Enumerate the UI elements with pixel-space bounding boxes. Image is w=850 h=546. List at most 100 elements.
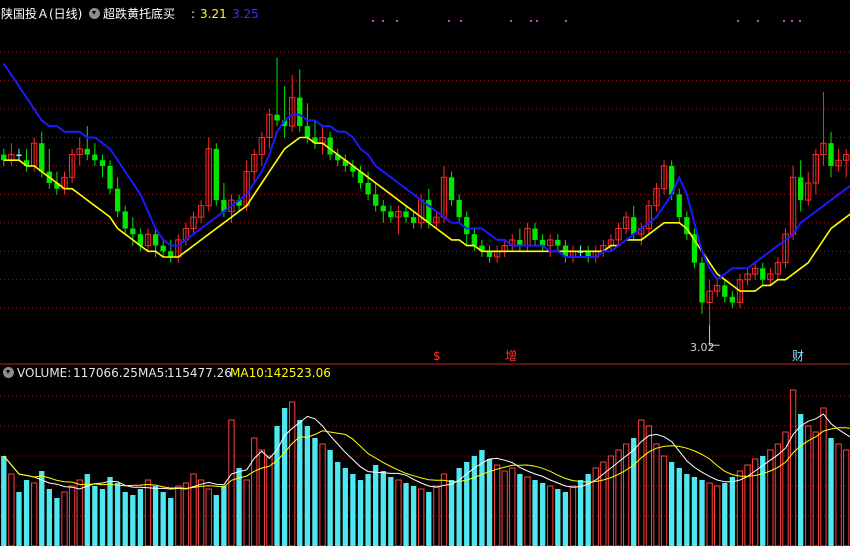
candle-body — [16, 154, 22, 157]
candle-body — [388, 211, 394, 218]
indicator-name: 超跌黄托底买 — [103, 7, 176, 21]
candle-body — [84, 148, 90, 155]
candle-body — [327, 137, 333, 155]
volume-bar — [365, 474, 371, 546]
volume-bar — [448, 480, 455, 546]
indicator-value-1: 3.21 — [200, 7, 227, 21]
volume-bar — [92, 486, 98, 546]
candle-body — [39, 143, 45, 172]
volume-bar — [243, 479, 250, 546]
volume-bar — [676, 468, 682, 546]
candle-body — [471, 234, 477, 246]
indicator-dropdown-icon[interactable] — [89, 8, 100, 19]
volume-bar — [144, 479, 152, 546]
candle-body — [304, 126, 311, 138]
blue-trend-line — [2, 62, 850, 282]
volume-bar — [16, 492, 22, 546]
volume-bar — [350, 474, 356, 546]
candle-body — [532, 228, 538, 240]
volume-bar — [205, 488, 212, 546]
volume-value: 117066.25 — [73, 366, 138, 380]
candle-body — [464, 217, 470, 235]
volume-bar — [736, 470, 744, 546]
volume-bar — [555, 489, 561, 546]
volume-bar — [828, 438, 834, 546]
ma5-label: MA5: — [138, 366, 169, 380]
volume-bar — [509, 467, 516, 546]
candle-body — [130, 228, 136, 235]
volume-bar — [418, 488, 425, 546]
volume-bar — [789, 389, 797, 546]
volume-bar — [638, 419, 645, 546]
candle-body — [114, 188, 121, 212]
signal-dot — [791, 20, 793, 22]
signal-dot — [510, 20, 512, 22]
volume-bar — [729, 477, 736, 546]
volume-bar — [281, 408, 288, 546]
volume-bar — [714, 485, 721, 546]
ma10-value: 142523.06 — [266, 366, 331, 380]
volume-bar — [8, 473, 15, 546]
volume-ma10-line — [3, 427, 850, 489]
volume-bar — [493, 464, 501, 546]
volume-bar — [812, 431, 820, 546]
volume-bar — [312, 438, 318, 546]
candle-body — [828, 143, 834, 166]
volume-bar — [539, 483, 546, 546]
volume-bar — [760, 456, 766, 546]
volume-bar — [182, 482, 190, 546]
volume-bar — [722, 483, 728, 546]
volume-bar — [691, 477, 698, 546]
volume-dropdown-icon[interactable] — [3, 367, 14, 378]
volume-bar — [1, 456, 7, 546]
event-marker-zeng[interactable]: 增 — [505, 349, 517, 363]
volume-bar — [357, 480, 364, 546]
candle-body — [168, 251, 174, 257]
volume-bar — [532, 480, 538, 546]
volume-bar — [395, 479, 402, 546]
signal-dot — [372, 20, 374, 22]
signal-dot — [448, 20, 450, 22]
candle-body — [1, 154, 7, 161]
volume-bar — [327, 450, 333, 546]
volume-bar — [501, 470, 508, 546]
event-marker-cai[interactable]: 财 — [792, 349, 804, 363]
volume-bar — [835, 443, 842, 546]
volume-bar — [380, 471, 386, 546]
candle-body — [448, 177, 455, 201]
candle-body — [729, 296, 736, 303]
volume-bar — [684, 474, 690, 546]
volume-bar — [622, 443, 630, 546]
volume-bar — [820, 407, 827, 546]
candle-body — [99, 160, 106, 166]
event-marker-dollar[interactable]: $ — [433, 349, 441, 363]
volume-bar — [699, 480, 705, 546]
volume-bar — [706, 482, 713, 546]
volume-bar — [319, 443, 326, 546]
candle-body — [92, 154, 98, 161]
volume-bar — [107, 477, 113, 546]
volume-label: VOLUME: — [17, 366, 72, 380]
candle-body — [373, 194, 379, 206]
volume-bar — [843, 449, 850, 546]
volume-bar — [577, 480, 584, 546]
volume-bar — [236, 468, 242, 546]
candle-body — [798, 177, 804, 201]
volume-ma5-line — [3, 413, 850, 490]
candle-body — [486, 251, 493, 257]
volume-bar — [152, 486, 159, 546]
volume-bar — [61, 491, 68, 546]
volume-bar — [39, 471, 45, 546]
volume-bar — [23, 480, 30, 546]
volume-bar — [524, 476, 531, 546]
volume-bar — [615, 449, 622, 546]
volume-bar — [373, 465, 379, 546]
candle-body — [365, 183, 371, 195]
candle-body — [122, 211, 128, 229]
volume-bar — [798, 414, 804, 546]
volume-bar — [114, 483, 121, 546]
candle-body — [456, 200, 462, 218]
price-volume-chart[interactable] — [0, 0, 850, 546]
volume-bar — [517, 474, 523, 546]
volume-bar — [30, 482, 38, 546]
